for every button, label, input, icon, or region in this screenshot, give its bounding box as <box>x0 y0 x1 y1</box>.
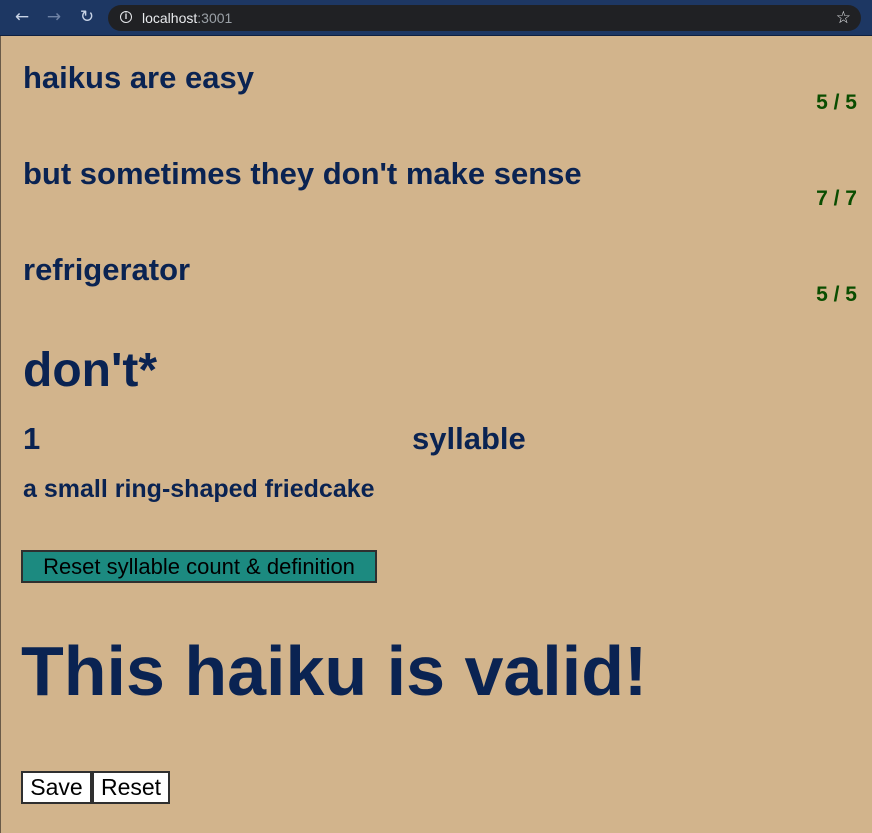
bookmark-star-icon[interactable]: ☆ <box>836 8 851 28</box>
url-text: localhost:3001 <box>142 10 232 26</box>
syllable-count: 1 <box>23 421 41 456</box>
haiku-line-2: but sometimes they don't make sense <box>23 156 582 191</box>
validity-status: This haiku is valid! <box>21 632 648 710</box>
haiku-line-1-count: 5 / 5 <box>816 91 857 114</box>
address-bar[interactable]: i localhost:3001 ☆ <box>108 5 861 31</box>
reload-icon[interactable]: ↻ <box>77 7 97 27</box>
haiku-line-3: refrigerator <box>23 252 191 287</box>
forward-arrow-icon[interactable]: → <box>44 7 64 27</box>
selected-word: don't* <box>23 344 158 397</box>
haiku-line-2-count: 7 / 7 <box>816 187 857 210</box>
url-host: localhost <box>142 10 198 26</box>
browser-toolbar: ← → ↻ i localhost:3001 ☆ <box>0 0 872 36</box>
save-button[interactable]: Save <box>21 771 92 804</box>
url-port: :3001 <box>197 10 233 26</box>
back-arrow-icon[interactable]: ← <box>12 7 32 27</box>
haiku-line-3-count: 5 / 5 <box>816 283 857 306</box>
page-edge <box>0 36 1 833</box>
reset-syllable-definition-button[interactable]: Reset syllable count & definition <box>21 550 377 583</box>
reset-button[interactable]: Reset <box>92 771 170 804</box>
info-icon[interactable]: i <box>120 11 132 23</box>
haiku-line-1: haikus are easy <box>23 60 254 95</box>
syllable-label: syllable <box>412 421 526 456</box>
word-definition: a small ring-shaped friedcake <box>23 475 375 503</box>
